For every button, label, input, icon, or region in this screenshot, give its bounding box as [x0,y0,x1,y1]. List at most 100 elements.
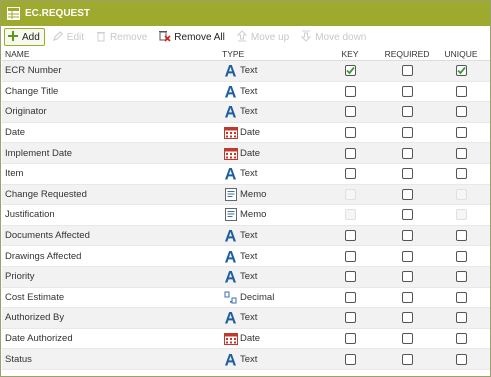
key-checkbox[interactable] [344,291,356,303]
key-checkbox[interactable] [344,85,356,97]
required-checkbox[interactable] [401,106,413,118]
key-checkbox[interactable] [344,127,356,139]
key-checkbox[interactable] [344,147,356,159]
text-icon [223,105,238,119]
memo-icon [223,187,238,201]
key-checkbox[interactable] [344,106,356,118]
table-row[interactable]: Change Requested Memo [2,184,490,206]
move-down-button[interactable]: Move down [296,28,370,46]
field-name: Change Requested [5,188,87,200]
unique-cell [435,353,487,365]
unique-checkbox[interactable] [455,65,467,77]
field-type-label: Decimal [240,291,275,303]
table-row[interactable]: Date Date [2,123,490,144]
move-up-button-label: Move up [250,31,290,43]
arrow-up-icon [236,29,251,45]
required-checkbox[interactable] [401,85,413,97]
required-checkbox[interactable] [401,209,413,221]
key-cell [321,209,379,221]
table-row[interactable]: Cost Estimate Decimal [2,288,490,309]
column-header-name[interactable]: NAME [2,49,219,59]
unique-checkbox[interactable] [455,250,467,262]
grid-header: NAME TYPE KEY REQUIRED UNIQUE [2,48,490,61]
table-row[interactable]: Implement Date Date [2,143,490,164]
required-checkbox[interactable] [401,271,413,283]
field-name: Drawings Affected [5,250,82,262]
required-checkbox[interactable] [401,353,413,365]
key-checkbox[interactable] [344,230,356,242]
field-type: Text [219,105,321,119]
unique-checkbox[interactable] [455,188,467,200]
column-header-type[interactable]: TYPE [219,49,321,59]
required-checkbox[interactable] [401,230,413,242]
table-row[interactable]: Drawings Affected Text [2,246,490,267]
table-row[interactable]: Item Text [2,164,490,185]
remove-all-button[interactable]: Remove All [154,28,229,46]
remove-button[interactable]: Remove [91,28,151,46]
table-row[interactable]: ECR Number Text [2,61,490,82]
required-cell [379,127,435,139]
required-checkbox[interactable] [401,333,413,345]
add-button[interactable]: Add [4,28,45,46]
unique-checkbox[interactable] [455,168,467,180]
table-row[interactable]: Change Title Text [2,82,490,103]
edit-button[interactable]: Edit [48,28,88,46]
field-type: Text [219,352,321,366]
unique-checkbox[interactable] [455,85,467,97]
table-row[interactable]: Originator Text [2,102,490,123]
field-name: Priority [5,271,35,283]
required-checkbox[interactable] [401,188,413,200]
unique-cell [435,333,487,345]
key-cell [321,168,379,180]
move-up-button[interactable]: Move up [232,28,293,46]
text-icon [223,311,238,325]
unique-checkbox[interactable] [455,147,467,159]
text-icon [223,167,238,181]
field-name: Originator [5,106,47,118]
unique-checkbox[interactable] [455,291,467,303]
column-header-unique[interactable]: UNIQUE [435,49,487,59]
required-checkbox[interactable] [401,312,413,324]
key-cell [321,230,379,242]
key-checkbox[interactable] [344,65,356,77]
key-checkbox[interactable] [344,312,356,324]
required-checkbox[interactable] [401,168,413,180]
unique-cell [435,250,487,262]
field-type-label: Text [240,312,258,324]
required-checkbox[interactable] [401,250,413,262]
table-row[interactable]: Authorized By Text [2,308,490,329]
table-row[interactable]: Priority Text [2,266,490,288]
key-checkbox[interactable] [344,353,356,365]
unique-checkbox[interactable] [455,333,467,345]
field-name: Authorized By [5,312,65,324]
required-cell [379,353,435,365]
unique-checkbox[interactable] [455,271,467,283]
unique-cell [435,312,487,324]
required-checkbox[interactable] [401,127,413,139]
required-cell [379,230,435,242]
required-checkbox[interactable] [401,65,413,77]
key-checkbox[interactable] [344,250,356,262]
key-checkbox[interactable] [344,209,356,221]
column-header-required[interactable]: REQUIRED [379,49,435,59]
required-checkbox[interactable] [401,147,413,159]
unique-checkbox[interactable] [455,127,467,139]
remove-all-icon [158,30,174,45]
key-checkbox[interactable] [344,188,356,200]
column-header-key[interactable]: KEY [321,49,379,59]
unique-checkbox[interactable] [455,353,467,365]
key-checkbox[interactable] [344,333,356,345]
table-row[interactable]: Documents Affected Text [2,225,490,247]
table-row[interactable]: Justification Memo [2,205,490,226]
key-checkbox[interactable] [344,271,356,283]
required-checkbox[interactable] [401,291,413,303]
table-row[interactable]: Date Authorized Date [2,329,490,350]
key-cell [321,291,379,303]
unique-checkbox[interactable] [455,230,467,242]
unique-checkbox[interactable] [455,106,467,118]
unique-cell [435,209,487,221]
table-row[interactable]: Status Text [2,349,490,370]
unique-checkbox[interactable] [455,209,467,221]
unique-checkbox[interactable] [455,312,467,324]
key-checkbox[interactable] [344,168,356,180]
